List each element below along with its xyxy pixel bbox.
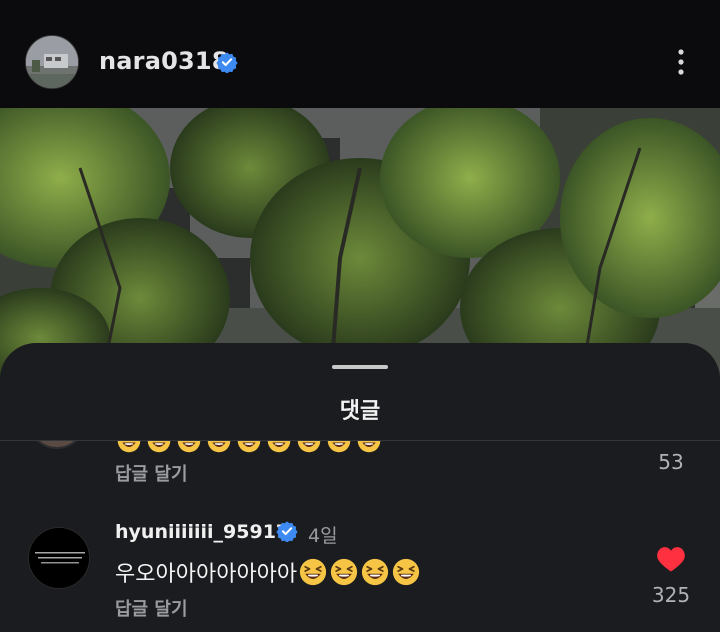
laughing-face-emoji [327,441,351,453]
more-options-icon[interactable] [670,46,692,78]
avatar-text-image [29,528,89,588]
commenter-avatar[interactable] [28,441,86,449]
post-header: nara0318 [0,0,720,108]
sheet-drag-handle[interactable] [332,365,388,369]
comments-sheet: 댓글 답글 달기 53 hyuniiiiiii_95917 4일 우오아아아아아… [0,343,720,632]
laughing-face-emoji [267,441,291,453]
verified-badge-icon [216,52,238,73]
comment-body: 우오아아아아아아아 [115,556,420,588]
comment-text: 우오아아아아아아아 [115,562,298,587]
sheet-title: 댓글 [339,399,381,424]
laughing-face-emoji [237,441,261,453]
like-count: 53 [658,450,684,474]
comments-list[interactable]: 답글 달기 53 hyuniiiiiii_95917 4일 우오아아아아아아아 [0,441,720,632]
commenter-avatar[interactable] [28,527,90,589]
laughing-face-emoji [393,558,420,586]
verified-badge-icon [276,521,298,542]
laughing-face-emoji [117,441,141,453]
avatar-photo [26,36,78,88]
laughing-face-emoji [362,558,389,586]
commenter-username[interactable]: hyuniiiiiii_95917 [115,521,289,543]
laughing-face-emoji [357,441,381,453]
laughing-face-emoji [331,558,358,586]
laughing-face-emoji [297,441,321,453]
reply-button[interactable]: 답글 달기 [115,460,188,486]
reply-button[interactable]: 답글 달기 [115,595,188,621]
laughing-face-emoji [207,441,231,453]
comment-emoji-row [117,441,381,453]
laughing-face-emoji [177,441,201,453]
comment-timestamp: 4일 [308,525,338,547]
author-username[interactable]: nara0318 [99,47,229,75]
comment-emoji-row [299,558,420,586]
heart-icon[interactable] [656,545,686,573]
like-count: 325 [651,583,691,607]
author-avatar[interactable] [25,35,79,89]
laughing-face-emoji [147,441,171,453]
laughing-face-emoji [300,558,327,586]
